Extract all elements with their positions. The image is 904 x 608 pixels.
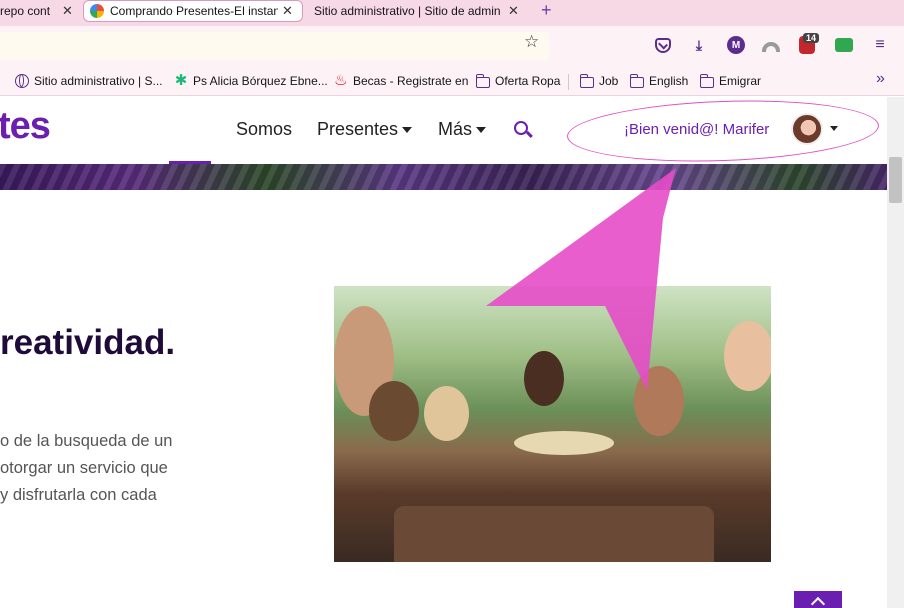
photo-food-plate bbox=[514, 431, 614, 455]
hero-body-line: y disfrutarla con cada bbox=[0, 486, 157, 504]
folder-icon bbox=[700, 73, 714, 88]
account-m-icon[interactable]: M bbox=[727, 36, 745, 54]
web-page: tes Somos Presentes Más ¡Bien venid@! Ma… bbox=[0, 97, 887, 608]
back-to-top-button[interactable] bbox=[794, 591, 842, 608]
bookmark-separator bbox=[568, 74, 569, 90]
bookmark-label: Ps Alicia Bórquez Ebne... bbox=[193, 74, 328, 88]
bookmark-label: English bbox=[649, 74, 689, 88]
bookmark-ps-alicia[interactable]: ✱ Ps Alicia Bórquez Ebne... bbox=[174, 72, 328, 89]
folder-icon bbox=[476, 73, 490, 88]
new-tab-button[interactable]: + bbox=[541, 0, 552, 20]
tab-strip: repo cont ✕ Comprando Presentes-El insta… bbox=[0, 0, 904, 26]
nav-presentes-label: Presentes bbox=[317, 119, 399, 139]
photo-person bbox=[524, 351, 564, 406]
bookmark-star-icon[interactable]: ☆ bbox=[524, 32, 539, 52]
chevron-down-icon bbox=[476, 127, 487, 134]
url-bar[interactable] bbox=[0, 32, 549, 60]
more-bookmarks-icon[interactable]: » bbox=[876, 70, 885, 88]
bookmark-label: Emigrar bbox=[719, 74, 762, 88]
close-icon[interactable]: ✕ bbox=[62, 3, 73, 19]
photo-person bbox=[634, 366, 684, 436]
hero-body-line: o de la busqueda de un bbox=[0, 432, 173, 450]
bookmark-oferta-ropa[interactable]: Oferta Ropa bbox=[476, 73, 561, 88]
photo-person bbox=[424, 386, 469, 441]
photo-person bbox=[369, 381, 419, 441]
bookmark-emigrar[interactable]: Emigrar bbox=[700, 73, 762, 88]
star-icon: ✱ bbox=[174, 72, 188, 89]
tab-repo[interactable]: repo cont ✕ bbox=[0, 0, 82, 22]
nav-somos[interactable]: Somos bbox=[236, 119, 292, 140]
pocket-icon[interactable] bbox=[655, 38, 671, 53]
bookmark-english[interactable]: English bbox=[630, 73, 689, 88]
bookmark-label: Oferta Ropa bbox=[495, 74, 561, 88]
chevron-down-icon bbox=[402, 127, 413, 134]
hero-photo-friends-picnic bbox=[334, 286, 771, 562]
close-icon[interactable]: ✕ bbox=[508, 3, 519, 19]
bookmark-sitio-administrativo[interactable]: Sitio administrativo | S... bbox=[15, 74, 163, 88]
hamburger-menu-icon[interactable]: ≡ bbox=[871, 36, 889, 54]
favicon-icon bbox=[90, 4, 104, 18]
folder-icon bbox=[630, 73, 644, 88]
bookmark-label: Becas - Registrate en bbox=[353, 74, 469, 88]
nav-mas[interactable]: Más bbox=[438, 119, 487, 140]
tab-label: Sitio administrativo | Sitio de admin bbox=[314, 4, 501, 18]
tab-label: repo cont bbox=[0, 4, 51, 18]
navigation-toolbar: ☆ ⤓ M 14 ≡ bbox=[0, 26, 904, 66]
site-logo[interactable]: tes bbox=[0, 105, 51, 148]
bookmarks-bar: Sitio administrativo | S... ✱ Ps Alicia … bbox=[0, 66, 904, 96]
extension-arc-icon[interactable] bbox=[762, 36, 780, 54]
site-header: tes Somos Presentes Más ¡Bien venid@! Ma… bbox=[0, 97, 887, 167]
tab-label: Comprando Presentes-El instan bbox=[110, 4, 278, 18]
extension-green-icon[interactable] bbox=[835, 38, 853, 52]
bookmark-label: Job bbox=[599, 74, 619, 88]
tab-sitio-administrativo[interactable]: Sitio administrativo | Sitio de admin ✕ bbox=[314, 0, 522, 22]
search-icon[interactable] bbox=[514, 121, 528, 135]
photo-table bbox=[394, 506, 714, 562]
flame-icon: ♨ bbox=[334, 72, 348, 89]
hero-banner-strip bbox=[0, 164, 887, 190]
folder-icon bbox=[580, 73, 594, 88]
tab-comprando-presentes[interactable]: Comprando Presentes-El instan ✕ bbox=[83, 0, 303, 22]
bookmark-label: Sitio administrativo | S... bbox=[34, 74, 163, 88]
close-icon[interactable]: ✕ bbox=[282, 3, 293, 19]
photo-person bbox=[724, 321, 771, 391]
globe-icon bbox=[15, 74, 29, 88]
nav-mas-label: Más bbox=[438, 119, 473, 139]
scrollbar-thumb[interactable] bbox=[889, 157, 902, 203]
bookmark-job[interactable]: Job bbox=[580, 73, 619, 88]
page-scrollbar[interactable] bbox=[887, 97, 904, 608]
nav-presentes[interactable]: Presentes bbox=[317, 119, 413, 140]
annotation-circle bbox=[566, 97, 880, 167]
hero-body-line: otorgar un servicio que bbox=[0, 459, 168, 477]
extension-badge: 14 bbox=[803, 33, 820, 43]
bookmark-becas[interactable]: ♨ Becas - Registrate en bbox=[334, 72, 469, 89]
download-icon[interactable]: ⤓ bbox=[690, 36, 708, 54]
hero-headline: reatividad. bbox=[0, 323, 176, 362]
